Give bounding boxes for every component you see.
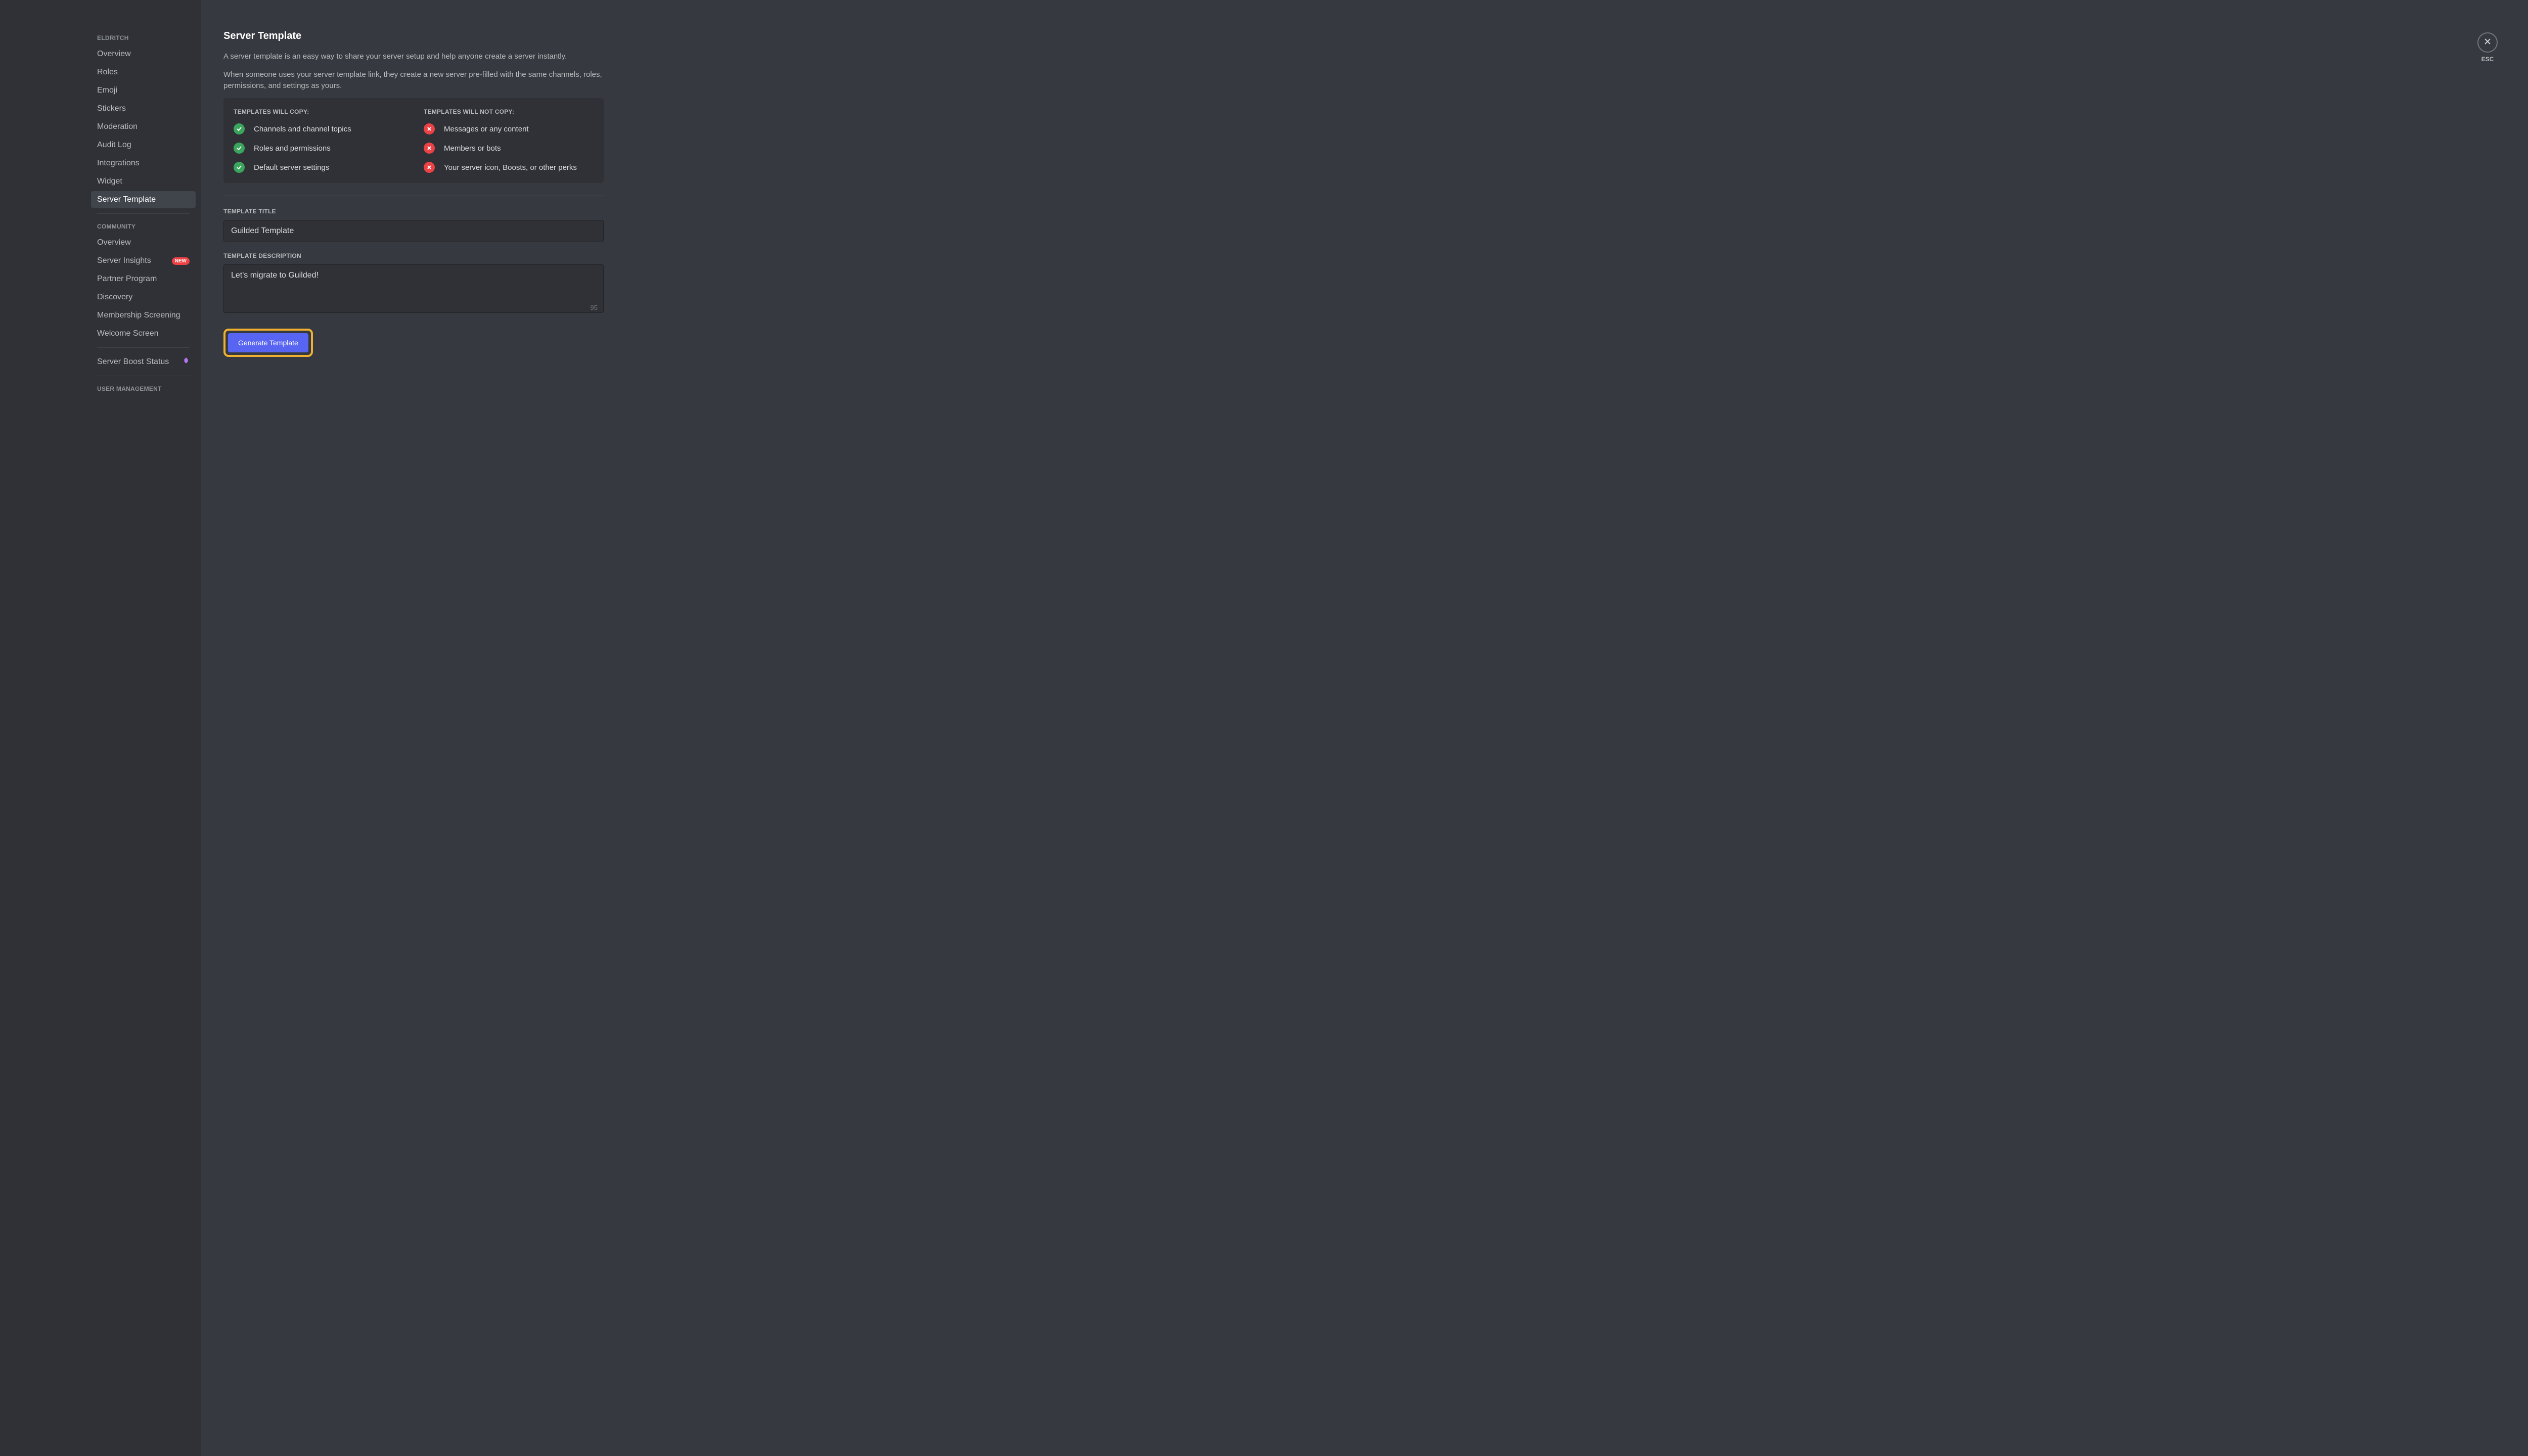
sidebar-item-label: Server Insights: [97, 256, 151, 265]
sidebar-item-label: Audit Log: [97, 141, 131, 150]
close-button[interactable]: [2477, 32, 2498, 53]
sidebar-item-label: Server Template: [97, 195, 156, 204]
wont-copy-row: Messages or any content: [424, 123, 594, 134]
sidebar-item-label: Overview: [97, 238, 131, 247]
sidebar-item-server-insights[interactable]: Server Insights NEW: [91, 252, 196, 269]
check-icon: [234, 143, 245, 154]
wont-copy-text: Messages or any content: [444, 125, 529, 133]
close-label: ESC: [2477, 56, 2498, 63]
template-title-input[interactable]: [223, 220, 604, 242]
will-copy-text: Channels and channel topics: [254, 125, 351, 133]
sidebar-item-label: Widget: [97, 177, 122, 186]
wont-copy-column: TEMPLATES WILL NOT COPY: Messages or any…: [424, 108, 594, 173]
template-description-label: TEMPLATE DESCRIPTION: [223, 252, 604, 259]
will-copy-header: TEMPLATES WILL COPY:: [234, 108, 403, 115]
sidebar-item-widget[interactable]: Widget: [91, 173, 196, 190]
sidebar-item-label: Server Boost Status: [97, 357, 169, 367]
sidebar-item-label: Welcome Screen: [97, 329, 159, 338]
sidebar-item-audit-log[interactable]: Audit Log: [91, 136, 196, 154]
wont-copy-row: Your server icon, Boosts, or other perks: [424, 162, 594, 173]
sidebar-item-label: Discovery: [97, 293, 132, 302]
will-copy-text: Roles and permissions: [254, 144, 331, 153]
sidebar-section-community: COMMUNITY: [91, 219, 196, 234]
sidebar-item-label: Stickers: [97, 104, 126, 113]
main-panel: ESC Server Template A server template is…: [201, 0, 2528, 1456]
page-desc-1: A server template is an easy way to shar…: [223, 51, 604, 62]
sidebar-item-label: Moderation: [97, 122, 138, 131]
sidebar-item-label: Overview: [97, 50, 131, 59]
sidebar-item-server-template[interactable]: Server Template: [91, 191, 196, 208]
will-copy-row: Roles and permissions: [234, 143, 403, 154]
sidebar-item-moderation[interactable]: Moderation: [91, 118, 196, 135]
check-icon: [234, 162, 245, 173]
sidebar-item-roles[interactable]: Roles: [91, 64, 196, 81]
sidebar-item-overview[interactable]: Overview: [91, 46, 196, 63]
sidebar-item-label: Membership Screening: [97, 311, 180, 320]
char-count: 95: [591, 304, 598, 311]
generate-button-highlight: Generate Template: [223, 329, 313, 357]
sidebar-item-welcome-screen[interactable]: Welcome Screen: [91, 325, 196, 342]
sidebar-item-server-boost[interactable]: Server Boost Status: [91, 353, 196, 371]
wont-copy-header: TEMPLATES WILL NOT COPY:: [424, 108, 594, 115]
sidebar-item-label: Partner Program: [97, 275, 157, 284]
sidebar-item-label: Emoji: [97, 86, 117, 95]
sidebar-item-stickers[interactable]: Stickers: [91, 100, 196, 117]
sidebar-item-community-overview[interactable]: Overview: [91, 234, 196, 251]
copy-info-panel: TEMPLATES WILL COPY: Channels and channe…: [223, 98, 604, 183]
sidebar-item-partner-program[interactable]: Partner Program: [91, 270, 196, 288]
template-title-label: TEMPLATE TITLE: [223, 208, 604, 215]
x-icon: [424, 123, 435, 134]
wont-copy-text: Members or bots: [444, 144, 501, 153]
will-copy-text: Default server settings: [254, 163, 329, 172]
sidebar-item-label: Roles: [97, 68, 118, 77]
sidebar-section-user-management: USER MANAGEMENT: [91, 381, 196, 396]
wont-copy-text: Your server icon, Boosts, or other perks: [444, 163, 577, 172]
will-copy-row: Channels and channel topics: [234, 123, 403, 134]
sidebar-item-membership-screening[interactable]: Membership Screening: [91, 307, 196, 324]
sidebar-item-label: Integrations: [97, 159, 140, 168]
new-badge: NEW: [172, 257, 190, 265]
will-copy-column: TEMPLATES WILL COPY: Channels and channe…: [234, 108, 403, 173]
gutter-left: [0, 0, 86, 1456]
close-area: ESC: [2477, 32, 2498, 63]
divider: [223, 195, 604, 196]
page-desc-2: When someone uses your server template l…: [223, 69, 604, 92]
x-icon: [424, 143, 435, 154]
sidebar-section-server: ELDRITCH: [91, 30, 196, 46]
will-copy-row: Default server settings: [234, 162, 403, 173]
close-icon: [2483, 37, 2492, 49]
boost-icon: [183, 357, 190, 367]
sidebar-item-emoji[interactable]: Emoji: [91, 82, 196, 99]
settings-sidebar: ELDRITCH Overview Roles Emoji Stickers M…: [86, 0, 201, 1456]
sidebar-item-integrations[interactable]: Integrations: [91, 155, 196, 172]
page-title: Server Template: [223, 30, 604, 42]
wont-copy-row: Members or bots: [424, 143, 594, 154]
x-icon: [424, 162, 435, 173]
sidebar-item-discovery[interactable]: Discovery: [91, 289, 196, 306]
divider: [97, 213, 190, 214]
template-description-input[interactable]: [223, 264, 604, 313]
divider: [97, 347, 190, 348]
check-icon: [234, 123, 245, 134]
generate-template-button[interactable]: Generate Template: [228, 333, 308, 352]
